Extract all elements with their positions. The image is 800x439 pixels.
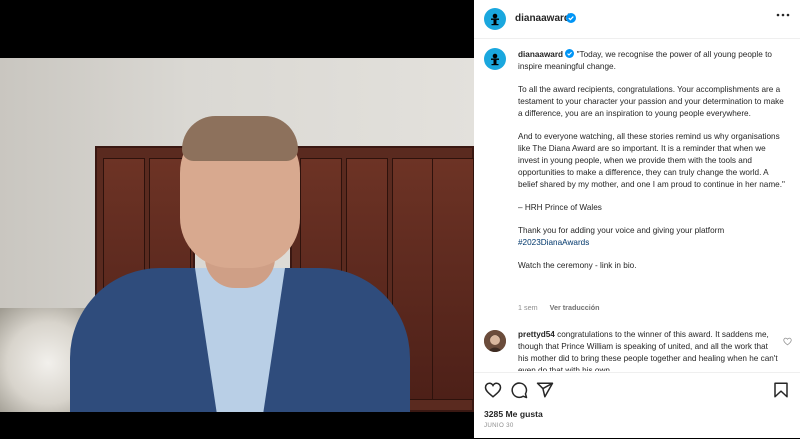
comment-text: congratulations to the winner of this aw… xyxy=(518,330,778,371)
account-avatar[interactable] xyxy=(484,8,506,30)
post-media[interactable] xyxy=(0,0,474,438)
commenter-avatar[interactable] xyxy=(484,330,506,352)
caption-username[interactable]: dianaaward xyxy=(518,50,563,59)
bookmark-icon[interactable] xyxy=(772,381,790,399)
post-caption: dianaaward "Today, we recognise the powe… xyxy=(518,49,786,283)
caption-line: And to everyone watching, all these stor… xyxy=(518,132,785,189)
speaker xyxy=(70,98,410,412)
verified-icon xyxy=(566,13,576,23)
caption-meta: 1 sem Ver traducción xyxy=(518,303,610,312)
commenter-photo-icon xyxy=(484,330,506,352)
share-icon[interactable] xyxy=(536,381,554,399)
caption-line: – HRH Prince of Wales xyxy=(518,203,602,212)
caption-avatar[interactable] xyxy=(484,48,506,70)
like-count[interactable]: 3285 Me gusta xyxy=(484,409,543,419)
action-bar: 3285 Me gusta JUNIO 30 xyxy=(474,372,800,439)
post-age: 1 sem xyxy=(518,303,538,312)
video-frame[interactable] xyxy=(0,58,474,412)
comment-icon[interactable] xyxy=(510,381,528,399)
caption-line: To all the award recipients, congratulat… xyxy=(518,85,784,118)
diana-award-logo-icon xyxy=(491,13,499,26)
comment-like-icon[interactable] xyxy=(783,337,792,346)
translate-link[interactable]: Ver traducción xyxy=(550,303,600,312)
post-date: JUNIO 30 xyxy=(484,422,514,429)
post-header: dianaaward xyxy=(474,0,800,39)
diana-award-logo-icon xyxy=(491,53,499,66)
more-icon[interactable] xyxy=(776,13,790,17)
heart-icon[interactable] xyxy=(484,381,502,399)
post-sidebar: dianaaward dianaaward "Today, we recogni… xyxy=(474,0,800,438)
caption-thanks: Thank you for adding your voice and givi… xyxy=(518,226,725,235)
comment-username[interactable]: prettyd54 xyxy=(518,330,555,339)
verified-icon xyxy=(565,49,575,58)
caption-closing: Watch the ceremony - link in bio. xyxy=(518,261,637,270)
header-username[interactable]: dianaaward xyxy=(515,13,570,24)
comment: prettyd54 congratulations to the winner … xyxy=(518,329,780,371)
hashtag-link[interactable]: #2023DianaAwards xyxy=(518,238,589,247)
